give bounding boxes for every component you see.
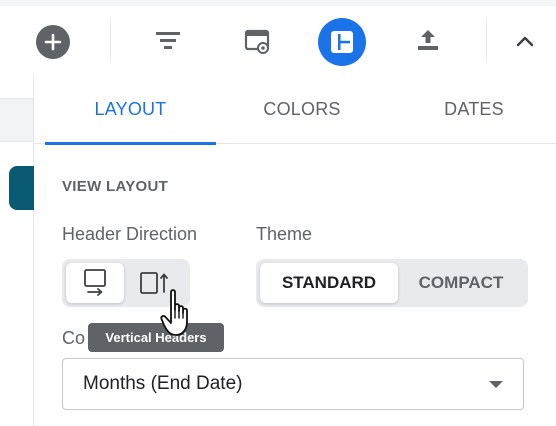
left-background-strip xyxy=(0,74,35,426)
tab-dates[interactable]: DATES xyxy=(388,74,556,144)
hand-cursor-icon xyxy=(160,289,188,336)
layout-button[interactable] xyxy=(318,18,366,66)
section-title: VIEW LAYOUT xyxy=(62,178,169,195)
tooltip: Vertical Headers xyxy=(88,323,224,352)
theme-label: Theme xyxy=(256,224,313,244)
compact-theme-button[interactable]: COMPACT xyxy=(398,263,524,303)
plus-icon xyxy=(44,33,62,51)
toolbar-top-band xyxy=(0,0,556,6)
tab-label: COLORS xyxy=(263,98,341,119)
toolbar-divider xyxy=(486,18,487,62)
header-direction-label: Header Direction xyxy=(62,224,198,244)
collapse-button[interactable] xyxy=(508,24,542,58)
add-button[interactable] xyxy=(36,25,70,59)
top-toolbar xyxy=(0,0,556,74)
horizontal-headers-icon xyxy=(84,269,106,296)
active-tab-indicator xyxy=(45,142,216,145)
tab-label: LAYOUT xyxy=(94,98,167,119)
standard-theme-button[interactable]: STANDARD xyxy=(260,263,398,303)
panel-tabs: LAYOUT COLORS DATES xyxy=(34,74,556,145)
tab-layout[interactable]: LAYOUT xyxy=(45,74,216,145)
view-settings-icon xyxy=(244,29,270,54)
view-settings-button[interactable] xyxy=(240,24,276,60)
upload-icon xyxy=(418,30,438,50)
background-row xyxy=(0,98,33,142)
toolbar-divider xyxy=(110,18,111,62)
columns-label: Co xyxy=(62,328,86,348)
horizontal-headers-button[interactable] xyxy=(66,263,124,303)
tab-colors[interactable]: COLORS xyxy=(216,74,388,144)
app-root: LAYOUT COLORS DATES VIEW LAYOUT Header D… xyxy=(0,0,556,426)
background-bar xyxy=(9,166,35,210)
select-value: Months (End Date) xyxy=(83,373,243,394)
export-button[interactable] xyxy=(410,22,446,58)
theme-toggle: STANDARD COMPACT xyxy=(256,259,528,307)
chevron-up-icon xyxy=(516,36,534,47)
tab-label: DATES xyxy=(444,98,504,119)
dropdown-caret-icon xyxy=(489,381,503,388)
filter-icon xyxy=(156,32,180,49)
filter-button[interactable] xyxy=(150,22,186,58)
layout-icon xyxy=(331,31,353,53)
columns-select[interactable]: Months (End Date) xyxy=(62,358,524,410)
